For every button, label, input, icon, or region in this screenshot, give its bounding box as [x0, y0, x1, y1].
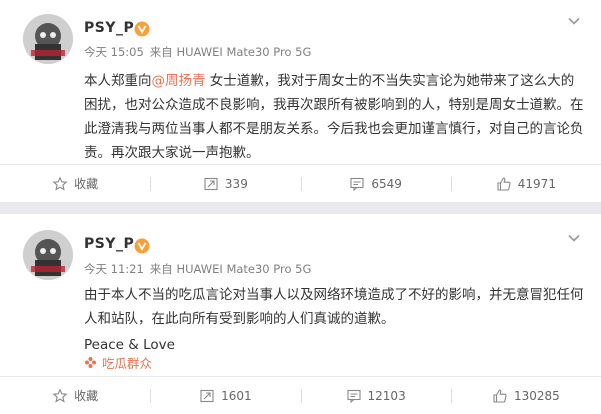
comment-icon	[350, 177, 364, 191]
post-actions: 收藏 1601 12103 130285	[0, 376, 601, 414]
mention-link[interactable]: @周扬青	[152, 73, 206, 89]
chevron-down-icon[interactable]	[567, 231, 581, 245]
weibo-post-card: PSY_P 今天 15:05 来自 HUAWEI Mate30 Pro 5G 本人…	[0, 0, 601, 202]
favorite-label: 收藏	[74, 389, 99, 403]
repost-icon	[204, 177, 218, 190]
post-source: 来自 HUAWEI Mate30 Pro 5G	[149, 45, 312, 59]
avatar[interactable]	[23, 14, 73, 64]
vip-badge-icon[interactable]	[134, 238, 150, 254]
content-line: 由于本人不当的吃瓜言论对当事人以及网络环境造成了不好的影响，并无意冒犯任何人和站…	[84, 287, 584, 327]
post-meta: 今天 15:05 来自 HUAWEI Mate30 Pro 5G	[84, 44, 317, 60]
username[interactable]: PSY_P	[84, 236, 134, 252]
post-source: 来自 HUAWEI Mate30 Pro 5G	[149, 262, 312, 276]
topic-icon	[85, 357, 96, 368]
topic-label: 吃瓜群众	[102, 356, 153, 371]
like-button[interactable]: 41971	[450, 165, 601, 202]
like-count: 41971	[517, 176, 556, 191]
repost-icon	[200, 389, 214, 402]
post-time[interactable]: 今天 15:05	[84, 45, 144, 59]
thumbs-up-icon	[493, 388, 507, 403]
username[interactable]: PSY_P	[84, 20, 134, 36]
comment-button[interactable]: 12103	[300, 377, 451, 414]
post-content: 本人郑重向@周扬青 女士道歉，我对于周女士的不当失实言论为她带来了这么大的困扰，…	[84, 69, 584, 165]
repost-button[interactable]: 339	[150, 165, 300, 202]
star-icon	[52, 175, 68, 191]
comment-button[interactable]: 6549	[300, 165, 451, 202]
avatar[interactable]	[23, 230, 73, 280]
repost-button[interactable]: 1601	[150, 377, 300, 414]
star-icon	[52, 387, 68, 403]
comment-count: 6549	[371, 176, 402, 191]
content-prefix: 本人郑重向	[84, 73, 152, 89]
post-content: 由于本人不当的吃瓜言论对当事人以及网络环境造成了不好的影响，并无意冒犯任何人和站…	[84, 283, 584, 357]
post-meta: 今天 11:21 来自 HUAWEI Mate30 Pro 5G	[84, 261, 317, 277]
favorite-button[interactable]: 收藏	[0, 377, 150, 414]
thumbs-up-icon	[497, 176, 511, 191]
chevron-down-icon[interactable]	[567, 14, 581, 28]
favorite-button[interactable]: 收藏	[0, 165, 150, 202]
comment-icon	[346, 389, 361, 403]
topic-link[interactable]: 吃瓜群众	[84, 353, 152, 372]
like-count: 130285	[513, 388, 560, 403]
weibo-post-card: PSY_P 今天 11:21 来自 HUAWEI Mate30 Pro 5G 由于…	[0, 214, 601, 414]
post-time[interactable]: 今天 11:21	[84, 262, 144, 276]
post-actions: 收藏 339 6549 41971	[0, 164, 601, 202]
like-button[interactable]: 130285	[450, 377, 601, 414]
favorite-label: 收藏	[74, 177, 99, 191]
repost-count: 1601	[221, 388, 252, 403]
comment-count: 12103	[367, 388, 406, 403]
repost-count: 339	[224, 176, 248, 191]
vip-badge-icon[interactable]	[134, 21, 150, 37]
content-line: Peace & Love	[84, 337, 175, 353]
